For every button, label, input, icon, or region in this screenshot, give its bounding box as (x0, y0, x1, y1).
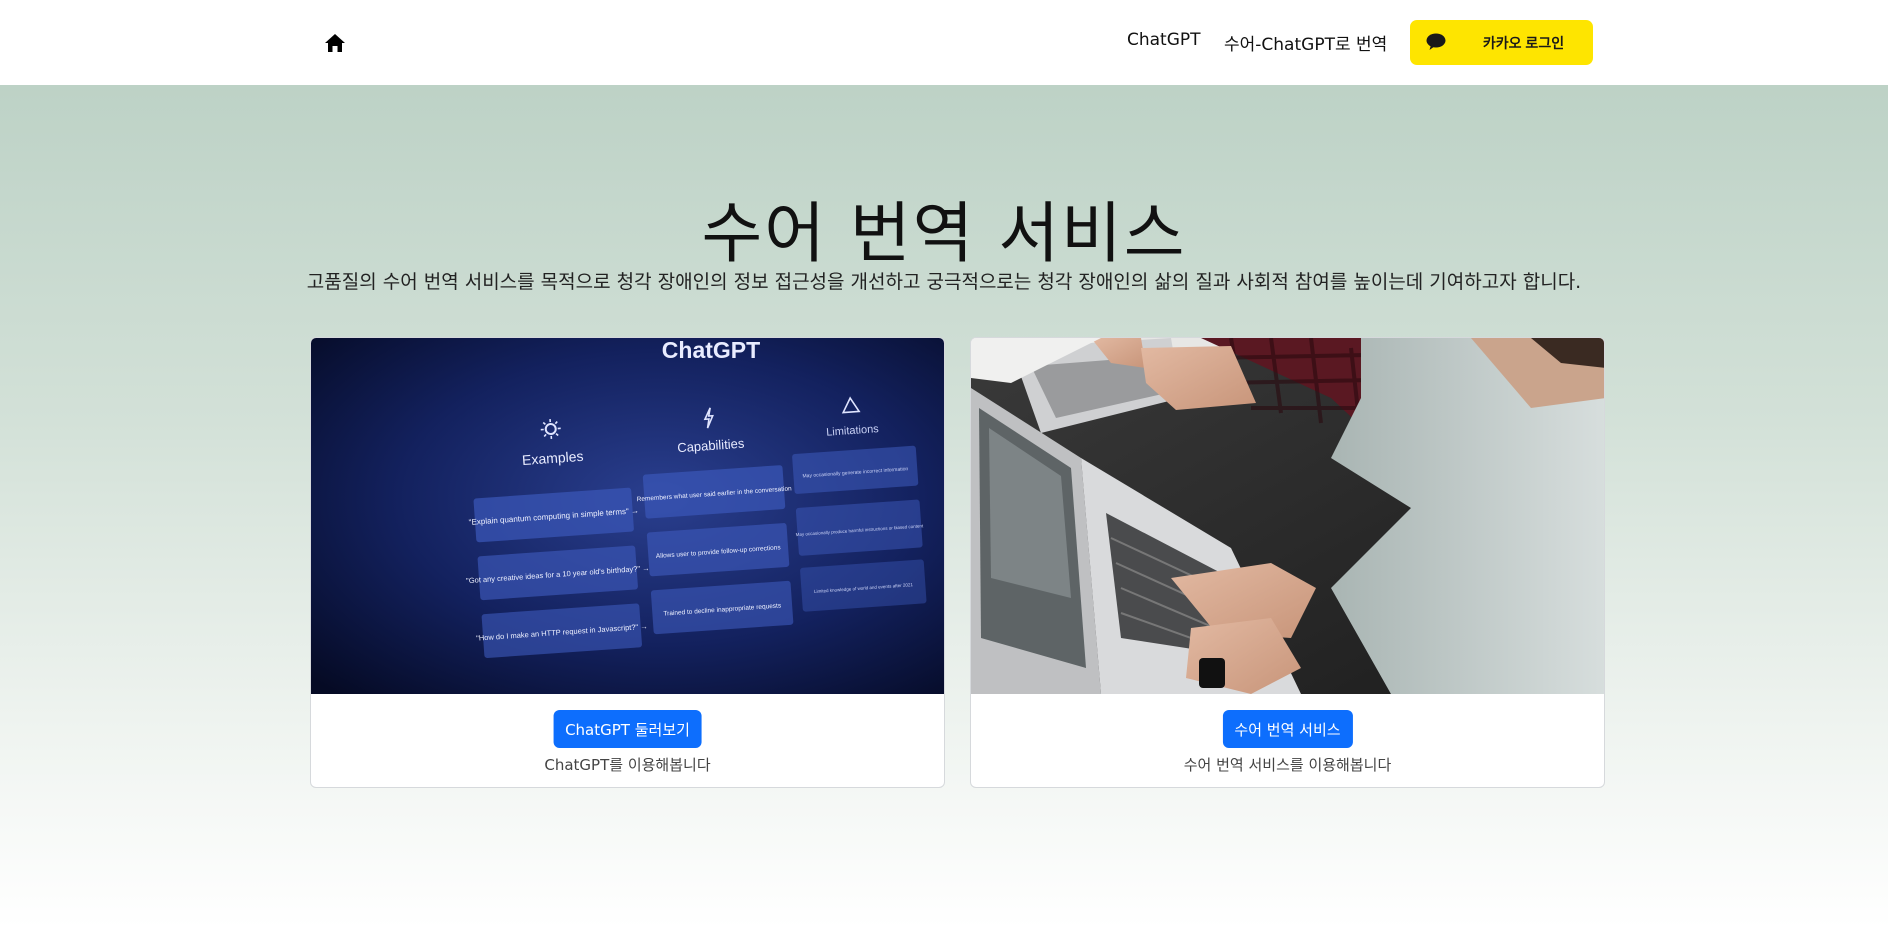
laptop-photo (971, 338, 1604, 694)
sign-translate-card-description: 수어 번역 서비스를 이용해봅니다 (1183, 756, 1392, 774)
home-icon (325, 34, 345, 52)
nav-link-sign-translate[interactable]: 수어-ChatGPT로 번역 (1224, 30, 1387, 55)
speech-bubble-icon (1426, 33, 1446, 50)
page-title: 수어 번역 서비스 (701, 195, 1187, 272)
sign-translate-button[interactable]: 수어 번역 서비스 (1222, 710, 1353, 748)
chatgpt-browse-button[interactable]: ChatGPT 둘러보기 (553, 710, 702, 748)
chatgpt-screen-image: ChatGPT Examples "Explain quantum comput… (311, 338, 944, 694)
home-link[interactable] (322, 30, 348, 56)
kakao-login-label: 카카오 로그인 (1482, 35, 1565, 51)
chatgpt-card: ChatGPT Examples "Explain quantum comput… (310, 337, 945, 788)
nav-link-chatgpt[interactable]: ChatGPT (1127, 30, 1201, 50)
kakao-login-button[interactable]: 카카오 로그인 (1410, 20, 1593, 65)
page-subtitle: 고품질의 수어 번역 서비스를 목적으로 청각 장애인의 정보 접근성을 개선하… (306, 271, 1582, 293)
sign-translate-card: 수어 번역 서비스 수어 번역 서비스를 이용해봅니다 (970, 337, 1605, 788)
hero-section: 수어 번역 서비스 고품질의 수어 번역 서비스를 목적으로 청각 장애인의 정… (0, 85, 1888, 928)
navbar: ChatGPT 수어-ChatGPT로 번역 카카오 로그인 (0, 0, 1888, 85)
chatgpt-card-description: ChatGPT를 이용해봅니다 (544, 756, 711, 774)
